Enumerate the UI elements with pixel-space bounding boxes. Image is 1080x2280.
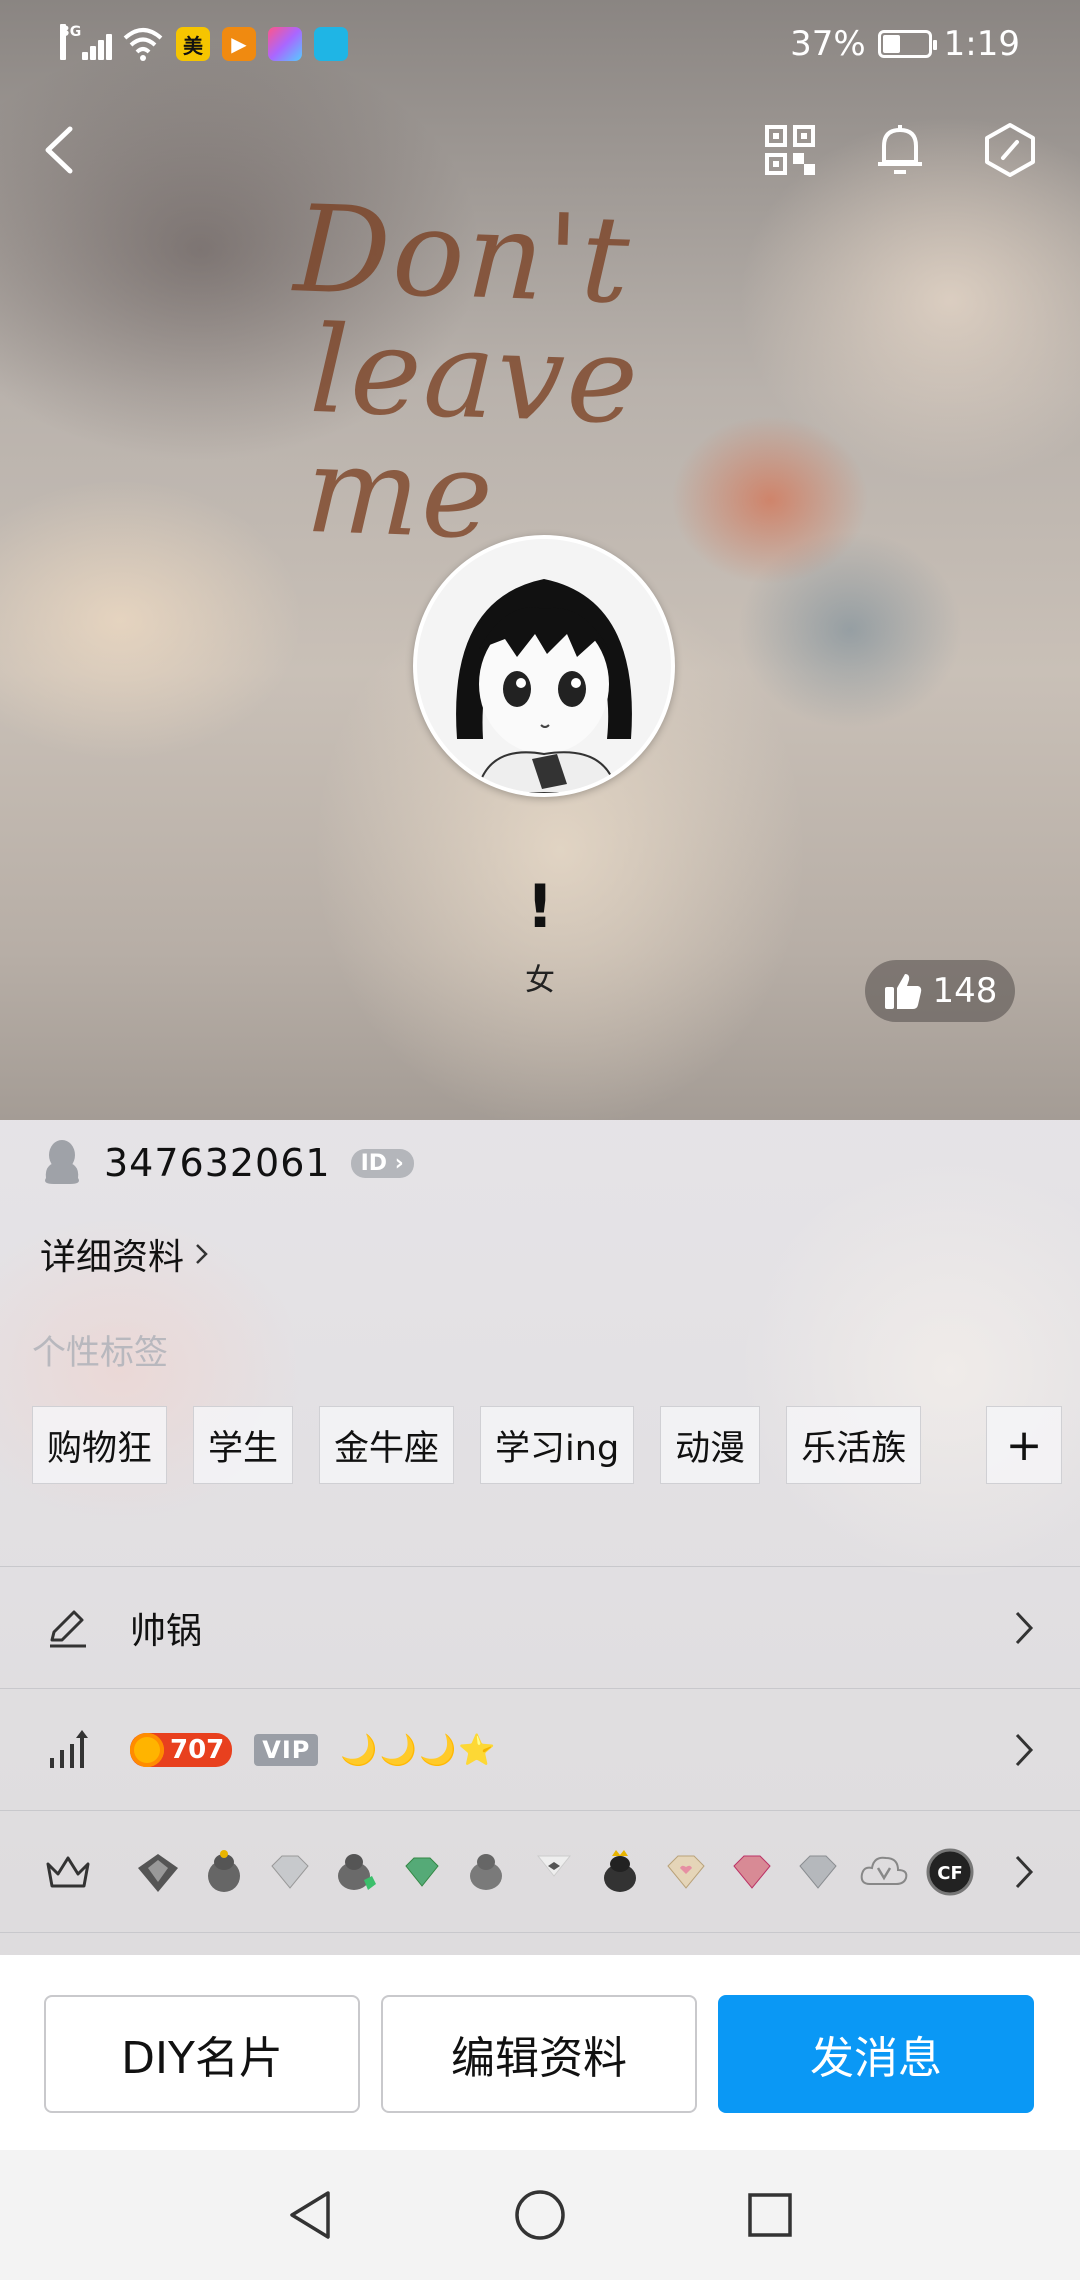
tag-item[interactable]: 金牛座 xyxy=(319,1406,455,1484)
divider xyxy=(0,1810,1080,1811)
chevron-right-icon xyxy=(1004,1852,1044,1892)
circle-home-icon xyxy=(515,2190,565,2240)
avatar[interactable] xyxy=(413,535,675,797)
cf-badge: CF xyxy=(926,1848,974,1896)
level-chart-icon xyxy=(40,1722,96,1778)
clock: 1:19 xyxy=(943,24,1020,64)
cell-signal-icon: 3G xyxy=(60,24,112,64)
tag-item[interactable]: 学习ing xyxy=(480,1406,635,1484)
cover-handwriting: Don't leave me xyxy=(284,180,856,569)
id-badge[interactable]: ID › xyxy=(350,1148,414,1178)
signature-text: 帅锅 xyxy=(130,1611,203,1652)
status-left: 3G 美 ▶ xyxy=(60,24,348,64)
divider xyxy=(0,1688,1080,1689)
qr-code-icon xyxy=(765,125,815,175)
divider xyxy=(0,1932,1080,1933)
crown-icon xyxy=(40,1844,96,1900)
penguin-badge xyxy=(208,1850,240,1892)
nav-home-button[interactable] xyxy=(510,2185,570,2245)
penguin-gem-badge xyxy=(338,1854,376,1890)
qr-code-button[interactable] xyxy=(750,110,830,190)
crown-penguin-badge xyxy=(604,1850,636,1892)
pencil-icon xyxy=(40,1600,96,1656)
battery-icon xyxy=(877,30,937,58)
back-arrow-icon xyxy=(45,126,73,174)
tag-item[interactable]: 学生 xyxy=(193,1406,294,1484)
back-button[interactable] xyxy=(20,110,100,190)
bell-icon xyxy=(878,125,922,174)
tag-list: 购物狂 学生 金牛座 学习ing 动漫 乐活族 xyxy=(32,1406,922,1484)
like-button[interactable]: 148 xyxy=(865,960,1015,1022)
detail-info-label: 详细资料 xyxy=(40,1237,185,1278)
wifi-icon xyxy=(123,28,163,61)
meituan-app-icon: 美 xyxy=(176,27,210,61)
cloud-v-badge xyxy=(860,1856,908,1885)
nickname: ! xyxy=(526,872,554,942)
signature-row[interactable]: 帅锅 xyxy=(0,1568,1080,1688)
avatar-image xyxy=(417,539,671,793)
bowtie-badge xyxy=(536,1855,572,1877)
like-count: 148 xyxy=(932,971,998,1011)
qq-number-row[interactable]: 347632061 ID › xyxy=(40,1138,414,1188)
chevron-right-icon xyxy=(1004,1608,1044,1648)
gray-penguin-badge xyxy=(470,1854,502,1890)
vip-badge: VIP xyxy=(254,1734,319,1766)
status-right: 37% 1:19 xyxy=(790,24,1020,64)
green-gem-badge xyxy=(405,1857,439,1887)
profile-info-panel: 347632061 ID › 详细资料 个性标签 购物狂 学生 金牛座 学习in… xyxy=(0,1120,1080,1960)
thumbs-up-icon xyxy=(884,974,921,1009)
hexagon-settings-icon xyxy=(985,123,1035,177)
tag-item[interactable]: 乐活族 xyxy=(786,1406,922,1484)
level-row[interactable]: 707 VIP 🌙🌙🌙⭐ xyxy=(0,1690,1080,1810)
heart-diamond-badge xyxy=(667,1855,705,1889)
top-nav xyxy=(0,110,1080,210)
detail-info-link[interactable]: 详细资料 xyxy=(40,1228,210,1280)
tag-item[interactable]: 购物狂 xyxy=(32,1406,168,1484)
triangle-back-icon xyxy=(290,2191,330,2239)
svg-text:CF: CF xyxy=(937,1863,963,1884)
network-type: 3G xyxy=(60,24,81,60)
diamond-badge xyxy=(271,1855,309,1889)
qq-number: 347632061 xyxy=(104,1141,331,1185)
pink-diamond-badge xyxy=(733,1855,771,1889)
diy-card-button[interactable]: DIY名片 xyxy=(44,1995,360,2113)
video-app-icon: ▶ xyxy=(222,27,256,61)
tags-title: 个性标签 xyxy=(32,1333,168,1373)
cover-line-2: leave me xyxy=(303,300,643,567)
notifications-button[interactable] xyxy=(860,110,940,190)
badges-row[interactable]: CF xyxy=(0,1812,1080,1932)
badge-list: CF xyxy=(132,1846,976,1898)
battery-percent: 37% xyxy=(790,24,866,64)
nav-back-button[interactable] xyxy=(280,2185,340,2245)
chevron-right-icon xyxy=(1004,1730,1044,1770)
chevron-right-icon xyxy=(196,1244,208,1264)
reader-app-icon xyxy=(314,27,348,61)
tag-item[interactable]: 动漫 xyxy=(660,1406,761,1484)
edit-profile-button[interactable]: 编辑资料 xyxy=(381,1995,697,2113)
coin-level-badge: 707 xyxy=(130,1733,233,1767)
send-message-button[interactable]: 发消息 xyxy=(718,1995,1034,2113)
square-recents-icon xyxy=(748,2193,792,2237)
penguin-icon xyxy=(45,1140,79,1184)
settings-button[interactable] xyxy=(970,110,1050,190)
bottom-action-bar: DIY名片 编辑资料 发消息 xyxy=(0,1955,1080,2150)
dark-penguin-badge xyxy=(138,1854,178,1892)
nav-recents-button[interactable] xyxy=(740,2185,800,2245)
status-bar: 3G 美 ▶ 37% 1:19 xyxy=(0,0,1080,90)
gray-diamond-badge xyxy=(799,1855,837,1889)
divider xyxy=(0,1566,1080,1567)
level-badges: 707 VIP 🌙🌙🌙⭐ xyxy=(130,1733,498,1768)
system-nav-bar xyxy=(0,2150,1080,2280)
moon-level-icons: 🌙🌙🌙⭐ xyxy=(340,1732,498,1768)
add-tag-button[interactable]: + xyxy=(986,1406,1062,1484)
gallery-app-icon xyxy=(268,27,302,61)
